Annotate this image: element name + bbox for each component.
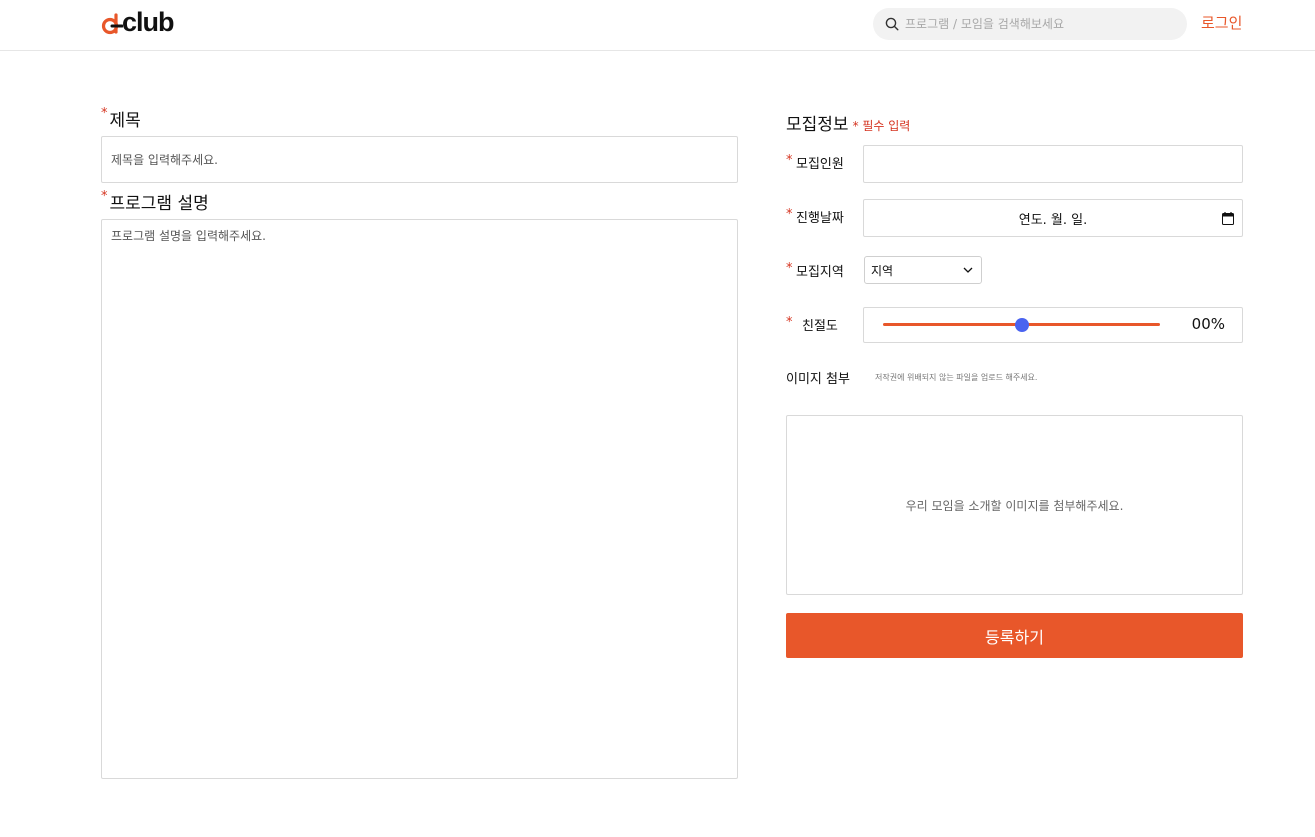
required-mark: * — [786, 315, 793, 330]
kindness-slider-thumb[interactable] — [1014, 318, 1029, 332]
kindness-slider-box: 00% — [863, 307, 1243, 343]
recruit-section-title: 모집정보 * 필수 입력 — [786, 110, 910, 135]
calendar-icon[interactable] — [1222, 212, 1234, 225]
chevron-down-icon — [963, 267, 973, 273]
required-note: * 필수 입력 — [852, 119, 911, 133]
required-mark: * — [786, 261, 793, 276]
logo-mark-icon — [101, 13, 123, 35]
date-value: 연도. 월. 일. — [1018, 212, 1088, 228]
title-label-text: 제목 — [109, 111, 141, 131]
headcount-label: * 모집인원 — [786, 153, 844, 172]
title-input[interactable] — [101, 136, 738, 183]
region-label: * 모집지역 — [786, 261, 844, 280]
headcount-label-text: 모집인원 — [796, 157, 844, 172]
login-link[interactable]: 로그인 — [1201, 12, 1242, 33]
region-select-value: 지역 — [871, 263, 894, 278]
required-mark: * — [786, 153, 793, 168]
date-label-text: 진행날짜 — [796, 211, 844, 226]
region-label-text: 모집지역 — [796, 265, 844, 280]
date-picker[interactable]: 연도. 월. 일. — [863, 199, 1243, 237]
title-label: * 제목 — [101, 106, 141, 131]
description-label-text: 프로그램 설명 — [109, 194, 209, 214]
region-select[interactable]: 지역 — [864, 256, 982, 284]
date-label: * 진행날짜 — [786, 207, 844, 226]
image-attach-hint: 저작권에 위배되지 않는 파일을 업로드 해주세요. — [875, 373, 1038, 382]
top-header: club 로그인 — [0, 0, 1315, 51]
kindness-label: * 친절도 — [786, 315, 838, 334]
dclub-logo[interactable]: club — [101, 7, 175, 37]
kindness-value: 00% — [1191, 315, 1225, 333]
search-bar[interactable] — [873, 8, 1187, 40]
required-mark: * — [101, 189, 108, 204]
image-upload-area[interactable]: 우리 모임을 소개할 이미지를 첨부해주세요. — [786, 415, 1243, 595]
image-attach-label: 이미지 첨부 — [786, 372, 850, 387]
required-mark: * — [101, 106, 108, 121]
required-mark: * — [786, 207, 793, 222]
logo-text: club — [122, 7, 175, 37]
headcount-input[interactable] — [863, 145, 1243, 183]
kindness-label-text: 친절도 — [802, 319, 838, 334]
search-input[interactable] — [905, 17, 1175, 31]
submit-button[interactable]: 등록하기 — [786, 613, 1243, 658]
description-label: * 프로그램 설명 — [101, 189, 209, 214]
search-icon — [885, 17, 899, 31]
upload-placeholder: 우리 모임을 소개할 이미지를 첨부해주세요. — [905, 498, 1124, 513]
section-title-text: 모집정보 — [786, 115, 849, 135]
description-textarea[interactable] — [101, 219, 738, 779]
